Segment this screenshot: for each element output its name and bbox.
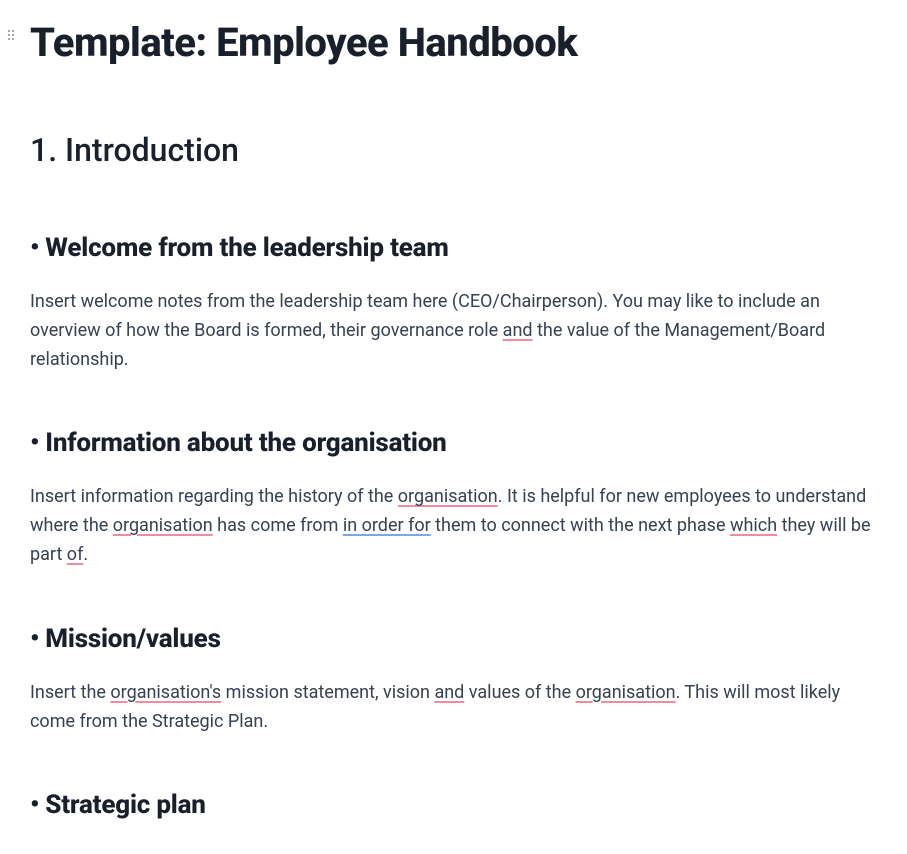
underlined-word: organisation: [113, 515, 213, 536]
underlined-word: in order for: [343, 515, 431, 536]
subsection-heading-text: Strategic plan: [45, 790, 205, 820]
bullet-icon: •: [30, 233, 39, 263]
text-run: mission statement, vision: [221, 682, 434, 703]
body-paragraph[interactable]: Insert information regarding the history…: [30, 483, 887, 569]
body-paragraph[interactable]: Insert welcome notes from the leadership…: [30, 288, 887, 374]
underlined-word: and: [434, 682, 464, 703]
underlined-word: which: [730, 515, 777, 536]
bullet-icon: •: [30, 428, 39, 458]
document-body[interactable]: Template: Employee Handbook 1. Introduct…: [30, 20, 887, 825]
underlined-word: organisation's: [110, 682, 221, 703]
subsection-heading-text: Mission/values: [45, 624, 220, 654]
body-paragraph[interactable]: Insert the organisation's mission statem…: [30, 679, 887, 737]
text-run: them to connect with the next phase: [431, 515, 730, 536]
subsection-heading-text: Welcome from the leadership team: [45, 233, 448, 263]
text-run: .: [83, 544, 88, 565]
subsection-strategic-plan[interactable]: •Strategic plan: [30, 786, 887, 825]
text-run: has come from: [213, 515, 343, 536]
bullet-icon: •: [30, 624, 39, 654]
subsection-mission[interactable]: •Mission/values Insert the organisation'…: [30, 620, 887, 737]
text-run: Insert the: [30, 682, 110, 703]
underlined-word: of: [67, 544, 84, 565]
bullet-icon: •: [30, 790, 39, 820]
subsection-heading[interactable]: •Information about the organisation: [30, 424, 887, 463]
subsection-heading[interactable]: •Strategic plan: [30, 786, 887, 825]
underlined-word: organisation: [576, 682, 676, 703]
drag-handle-icon[interactable]: [8, 30, 18, 44]
subsection-heading-text: Information about the organisation: [45, 428, 446, 458]
text-run: values of the: [464, 682, 575, 703]
page-title[interactable]: Template: Employee Handbook: [30, 20, 887, 66]
text-run: Insert information regarding the history…: [30, 486, 398, 507]
subsection-heading[interactable]: •Welcome from the leadership team: [30, 229, 887, 268]
subsection-info-org[interactable]: •Information about the organisation Inse…: [30, 424, 887, 569]
underlined-word: and: [503, 320, 533, 341]
underlined-word: organisation: [398, 486, 498, 507]
section-heading[interactable]: 1. Introduction: [30, 126, 887, 174]
subsection-welcome[interactable]: •Welcome from the leadership team Insert…: [30, 229, 887, 374]
subsection-heading[interactable]: •Mission/values: [30, 620, 887, 659]
